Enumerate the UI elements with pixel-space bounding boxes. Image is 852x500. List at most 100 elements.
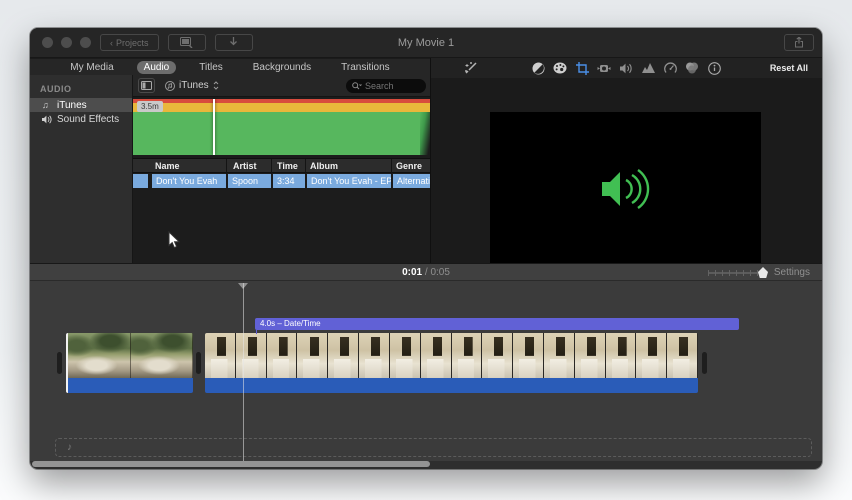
trim-handle-left[interactable]	[57, 352, 62, 374]
source-dropdown-value: iTunes	[179, 80, 209, 91]
filmstrip-frame	[513, 333, 544, 378]
audio-only-speaker-icon	[600, 168, 652, 210]
cell-artist: Spoon	[228, 174, 271, 188]
tab-transitions[interactable]: Transitions	[334, 61, 397, 74]
background-music-well[interactable]: ♪	[55, 438, 812, 457]
filmstrip-frame	[544, 333, 575, 378]
titlebar: ‹ Projects My Movie 1	[30, 28, 822, 58]
filmstrip-frame	[482, 333, 513, 378]
speaker-icon	[42, 115, 52, 124]
search-field[interactable]	[346, 79, 426, 93]
crop-icon[interactable]	[575, 61, 589, 75]
reset-all-button[interactable]: Reset All	[770, 63, 808, 73]
column-separator	[271, 159, 272, 174]
song-table-header: Name Artist Time Album Genre	[133, 158, 430, 173]
filmstrip-frame	[636, 333, 667, 378]
duration-badge: 3.5m	[137, 101, 163, 112]
filmstrip-frame	[68, 333, 131, 378]
audio-sidebar: AUDIO ♫ iTunes Sound Effects	[30, 75, 133, 263]
cell-album: Don't You Evah - EP	[307, 174, 391, 188]
color-correction-icon[interactable]	[553, 61, 567, 75]
trim-handle-middle[interactable]	[196, 352, 201, 374]
sidebar-toggle-button[interactable]	[138, 78, 155, 93]
video-clip-patio[interactable]	[66, 333, 193, 393]
column-header-time[interactable]: Time	[277, 161, 298, 171]
stabilization-icon[interactable]	[597, 61, 611, 75]
speed-icon[interactable]	[663, 61, 677, 75]
song-waveform[interactable]: 3.5m	[133, 97, 430, 155]
title-clip-connector	[256, 330, 257, 334]
viewer-panel: Reset All	[430, 58, 822, 263]
clip-filter-icon[interactable]	[685, 61, 699, 75]
timeline-zoom-slider[interactable]	[708, 272, 764, 274]
sidebar-item-label: iTunes	[57, 100, 87, 111]
column-header-album[interactable]: Album	[310, 161, 338, 171]
filmstrip-frame	[267, 333, 298, 378]
waveform-body-band	[133, 112, 430, 155]
info-icon[interactable]	[707, 61, 721, 75]
timeline-area[interactable]: 4.0s – Date/Time ♪	[30, 281, 822, 461]
tab-titles[interactable]: Titles	[192, 61, 230, 74]
sidebar-item-itunes[interactable]: ♫ iTunes	[30, 98, 132, 112]
mouse-cursor	[168, 231, 180, 249]
tab-audio[interactable]: Audio	[137, 61, 177, 74]
import-button[interactable]	[215, 34, 253, 51]
imovie-window: ‹ Projects My Movie 1 My Media Audio Tit…	[30, 28, 822, 469]
zoom-window-button[interactable]	[80, 37, 91, 48]
tab-my-media[interactable]: My Media	[63, 61, 120, 74]
minimize-window-button[interactable]	[61, 37, 72, 48]
filmstrip-frame	[606, 333, 637, 378]
sidebar-item-sound-effects[interactable]: Sound Effects	[30, 112, 132, 126]
noise-reduction-icon[interactable]	[641, 61, 655, 75]
search-input[interactable]	[365, 81, 420, 91]
column-separator	[391, 159, 392, 174]
filmstrip-frame	[328, 333, 359, 378]
waveform-mid-band	[133, 103, 430, 112]
tab-backgrounds[interactable]: Backgrounds	[246, 61, 318, 74]
column-header-artist[interactable]: Artist	[233, 161, 257, 171]
projects-button[interactable]: ‹ Projects	[100, 34, 159, 51]
back-chevron-icon: ‹	[110, 38, 113, 48]
title-clip[interactable]: 4.0s – Date/Time	[255, 318, 739, 330]
cell-genre: Alternative	[393, 174, 430, 188]
column-separator	[226, 159, 227, 174]
filmstrip-frame	[297, 333, 328, 378]
popup-chevrons-icon	[213, 81, 219, 90]
adjust-icon-group	[531, 58, 721, 78]
waveform-playhead[interactable]	[213, 99, 215, 155]
media-browser-icon	[180, 36, 194, 50]
clip-filmstrip	[205, 333, 698, 378]
column-header-genre[interactable]: Genre	[396, 161, 422, 171]
media-browser-button[interactable]	[168, 34, 206, 51]
sidebar-header: AUDIO	[30, 75, 132, 98]
volume-icon[interactable]	[619, 61, 633, 75]
filmstrip-frame	[390, 333, 421, 378]
settings-button[interactable]: Settings	[774, 267, 810, 278]
sidebar-item-label: Sound Effects	[57, 114, 119, 125]
column-header-name[interactable]: Name	[155, 161, 180, 171]
trim-handle-right[interactable]	[702, 352, 707, 374]
filmstrip-frame	[236, 333, 267, 378]
browser-tabbar: My Media Audio Titles Backgrounds Transi…	[30, 58, 430, 75]
table-row-selected[interactable]: Don't You Evah Spoon 3:34 Don't You Evah…	[133, 174, 430, 188]
slider-thumb[interactable]	[758, 267, 768, 278]
cell-name: Don't You Evah	[152, 174, 226, 188]
share-button[interactable]	[784, 34, 814, 51]
video-clip-bathroom[interactable]	[205, 333, 698, 393]
media-browser-panel: My Media Audio Titles Backgrounds Transi…	[30, 58, 430, 263]
filmstrip-frame	[452, 333, 483, 378]
horizontal-scrollbar[interactable]	[32, 461, 430, 467]
cell-time: 3:34	[273, 174, 305, 188]
clip-filmstrip	[68, 333, 193, 378]
time-separator: /	[425, 267, 428, 278]
color-balance-icon[interactable]	[531, 61, 545, 75]
slider-ticks	[708, 270, 764, 276]
source-dropdown[interactable]: iTunes	[161, 78, 223, 93]
filmstrip-frame	[359, 333, 390, 378]
close-window-button[interactable]	[42, 37, 53, 48]
clip-audio-waveform	[205, 378, 698, 393]
playhead-line[interactable]	[243, 283, 244, 461]
filmstrip-frame	[421, 333, 452, 378]
clip-audio-waveform	[68, 378, 193, 393]
auto-enhance-icon[interactable]	[464, 61, 478, 75]
